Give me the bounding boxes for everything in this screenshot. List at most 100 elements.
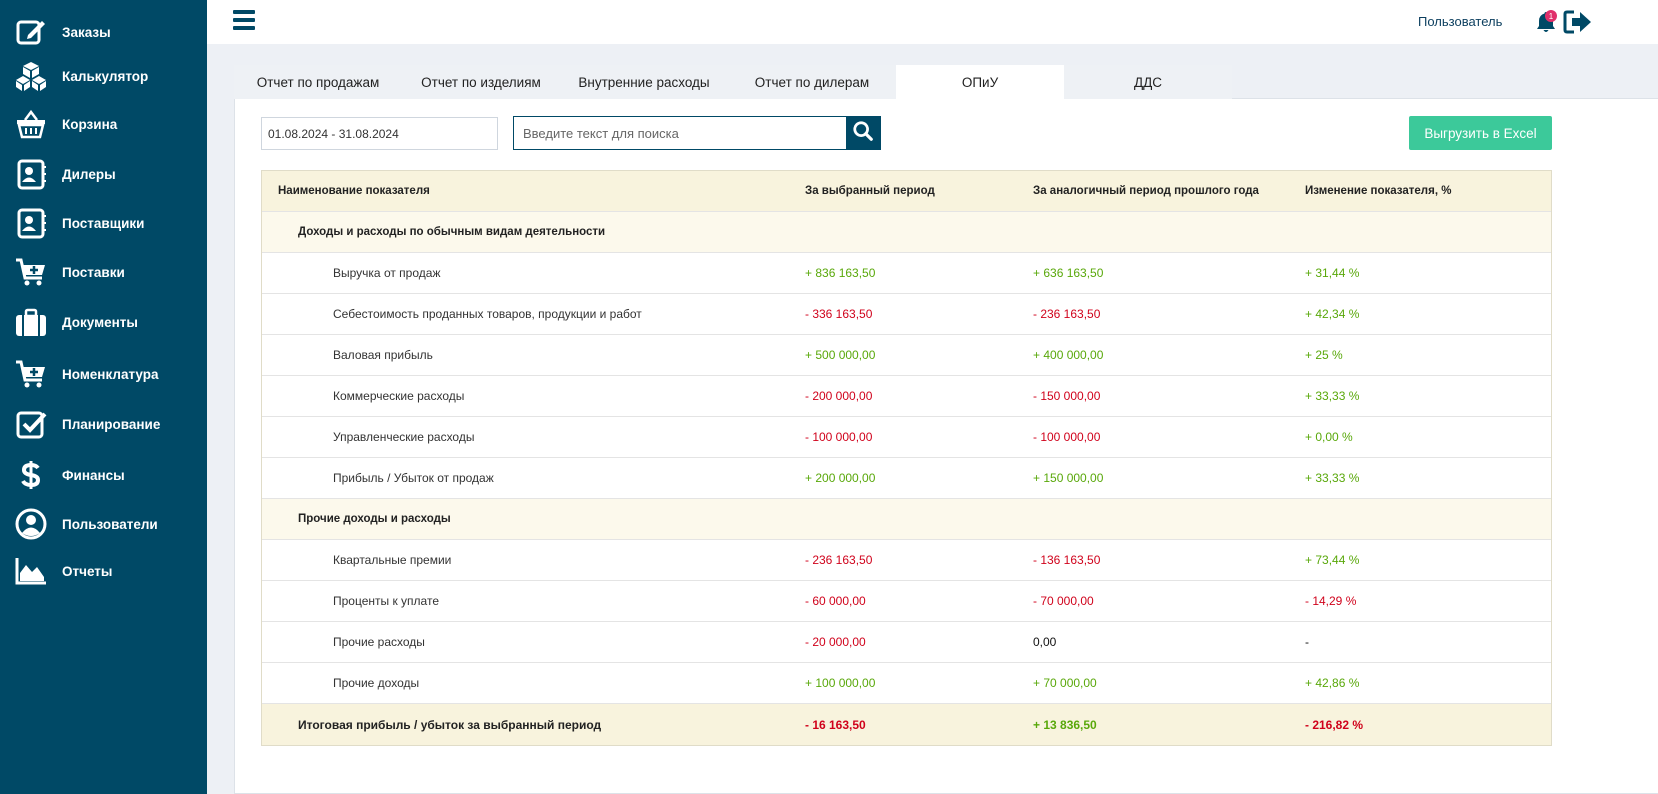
notification-badge: 1: [1545, 10, 1557, 22]
cart-plus-icon: [14, 357, 48, 391]
row-name: Управленческие расходы: [333, 430, 475, 444]
value-change: + 33,33 %: [1305, 471, 1360, 485]
row-name: Прочие доходы: [333, 676, 420, 690]
dollar-icon: [14, 458, 48, 492]
table-row: Коммерческие расходы - 200 000,00 - 150 00…: [262, 376, 1551, 417]
value-current: - 100 000,00: [805, 430, 873, 444]
contact-card-icon: [14, 206, 48, 240]
column-header-change: Изменение показателя, %: [1305, 185, 1452, 197]
sidebar-item-users[interactable]: Пользователи: [0, 502, 207, 546]
sidebar-item-label: Пользователи: [62, 516, 158, 532]
tab-internal-expenses[interactable]: Внутренние расходы: [560, 65, 728, 99]
row-name: Итоговая прибыль / убыток за выбранный п…: [298, 717, 602, 732]
tab-products-report[interactable]: Отчет по изделиям: [402, 65, 560, 99]
date-range-input[interactable]: 01.08.2024 - 31.08.2024: [261, 117, 498, 150]
row-name: Прочие расходы: [333, 635, 425, 649]
value-change: - 14,29 %: [1305, 594, 1357, 608]
table-row: Прочие расходы - 20 000,00 0,00 -: [262, 622, 1551, 663]
tab-dealers-report[interactable]: Отчет по дилерам: [728, 65, 896, 99]
table-row: Прибыль / Убыток от продаж + 200 000,00 + …: [262, 458, 1551, 499]
row-name: Прочие доходы и расходы: [298, 513, 451, 525]
sidebar-item-label: Корзина: [62, 116, 118, 132]
sidebar-item-label: Калькулятор: [62, 68, 149, 84]
user-circle-icon: [14, 507, 48, 541]
value-previous: + 636 163,50: [1033, 266, 1104, 280]
value-change: -: [1305, 635, 1309, 649]
sidebar-item-orders[interactable]: Заказы: [0, 10, 207, 54]
column-header-previous: За аналогичный период прошлого года: [1033, 185, 1259, 197]
row-name: Доходы и расходы по обычным видам деятел…: [298, 226, 606, 238]
search-button[interactable]: [846, 117, 880, 149]
value-current: - 236 163,50: [805, 553, 873, 567]
contact-card-icon: [14, 157, 48, 191]
row-name: Прибыль / Убыток от продаж: [333, 471, 494, 485]
menu-toggle-icon[interactable]: [233, 10, 255, 32]
value-current: - 60 000,00: [805, 594, 866, 608]
sidebar-item-label: Планирование: [62, 416, 161, 432]
tab-pnl[interactable]: ОПиУ: [896, 65, 1064, 99]
value-current: + 100 000,00: [805, 676, 876, 690]
sidebar-item-calculator[interactable]: Калькулятор: [0, 54, 207, 98]
search-icon: [852, 120, 874, 147]
sidebar-item-planning[interactable]: Планирование: [0, 402, 207, 446]
sidebar-item-label: Поставки: [62, 264, 125, 280]
row-name: Выручка от продаж: [333, 266, 441, 280]
value-previous: - 136 163,50: [1033, 553, 1101, 567]
column-header-name: Наименование показателя: [278, 185, 430, 197]
value-current: + 200 000,00: [805, 471, 876, 485]
sidebar-item-reports[interactable]: Отчеты: [0, 549, 207, 593]
table-row: Выручка от продаж + 836 163,50 + 636 163,5…: [262, 253, 1551, 294]
tab-cash-flow[interactable]: ДДС: [1064, 65, 1232, 99]
sidebar-item-documents[interactable]: Документы: [0, 300, 207, 344]
sidebar-item-suppliers[interactable]: Поставщики: [0, 201, 207, 245]
checkbox-icon: [14, 407, 48, 441]
sidebar-item-label: Дилеры: [62, 166, 116, 182]
search-input[interactable]: [514, 117, 846, 149]
value-change: + 42,34 %: [1305, 307, 1360, 321]
sidebar-item-deliveries[interactable]: Поставки: [0, 250, 207, 294]
tab-sales-report[interactable]: Отчет по продажам: [234, 65, 402, 99]
user-menu-link[interactable]: Пользователь: [1418, 14, 1502, 29]
value-current: - 200 000,00: [805, 389, 873, 403]
value-previous: + 400 000,00: [1033, 348, 1104, 362]
sidebar-item-label: Финансы: [62, 467, 125, 483]
boxes-icon: [14, 59, 48, 93]
value-previous: + 150 000,00: [1033, 471, 1104, 485]
area-chart-icon: [14, 554, 48, 588]
value-current: - 20 000,00: [805, 635, 866, 649]
value-change: + 0,00 %: [1305, 430, 1353, 444]
value-change: + 42,86 %: [1305, 676, 1360, 690]
sidebar-item-label: Заказы: [62, 24, 111, 40]
value-change: + 73,44 %: [1305, 553, 1360, 567]
logout-icon[interactable]: [1563, 9, 1593, 35]
table-row: Управленческие расходы - 100 000,00 - 100 …: [262, 417, 1551, 458]
export-excel-button[interactable]: Выгрузить в Excel: [1409, 116, 1552, 150]
table-row: Валовая прибыль + 500 000,00 + 400 000,00 +…: [262, 335, 1551, 376]
value-current: - 336 163,50: [805, 307, 873, 321]
sidebar-item-dealers[interactable]: Дилеры: [0, 152, 207, 196]
total-row: Итоговая прибыль / убыток за выбранный п…: [262, 704, 1551, 745]
top-bar: Пользователь 1: [207, 0, 1658, 44]
value-previous: - 70 000,00: [1033, 594, 1094, 608]
sidebar-item-finance[interactable]: Финансы: [0, 453, 207, 497]
basket-icon: [14, 107, 48, 141]
row-name: Квартальные премии: [333, 553, 452, 567]
value-change: + 31,44 %: [1305, 266, 1360, 280]
table-row: Квартальные премии - 236 163,50 - 136 163,…: [262, 540, 1551, 581]
cart-plus-icon: [14, 255, 48, 289]
sidebar-item-label: Поставщики: [62, 215, 145, 231]
briefcase-icon: [14, 305, 48, 339]
edit-icon: [14, 15, 48, 49]
value-previous: + 13 836,50: [1033, 717, 1097, 732]
sidebar-item-basket[interactable]: Корзина: [0, 102, 207, 146]
group-row: Доходы и расходы по обычным видам деятел…: [262, 212, 1551, 253]
value-current: + 500 000,00: [805, 348, 876, 362]
value-change: + 25 %: [1305, 348, 1343, 362]
row-name: Коммерческие расходы: [333, 389, 465, 403]
value-change: + 33,33 %: [1305, 389, 1360, 403]
sidebar-item-nomenclature[interactable]: Номенклатура: [0, 352, 207, 396]
row-name: Себестоимость проданных товаров, продукц…: [333, 307, 642, 321]
table-row: Проценты к уплате - 60 000,00 - 70 000,00 -…: [262, 581, 1551, 622]
row-name: Валовая прибыль: [333, 348, 433, 362]
value-current: + 836 163,50: [805, 266, 876, 280]
